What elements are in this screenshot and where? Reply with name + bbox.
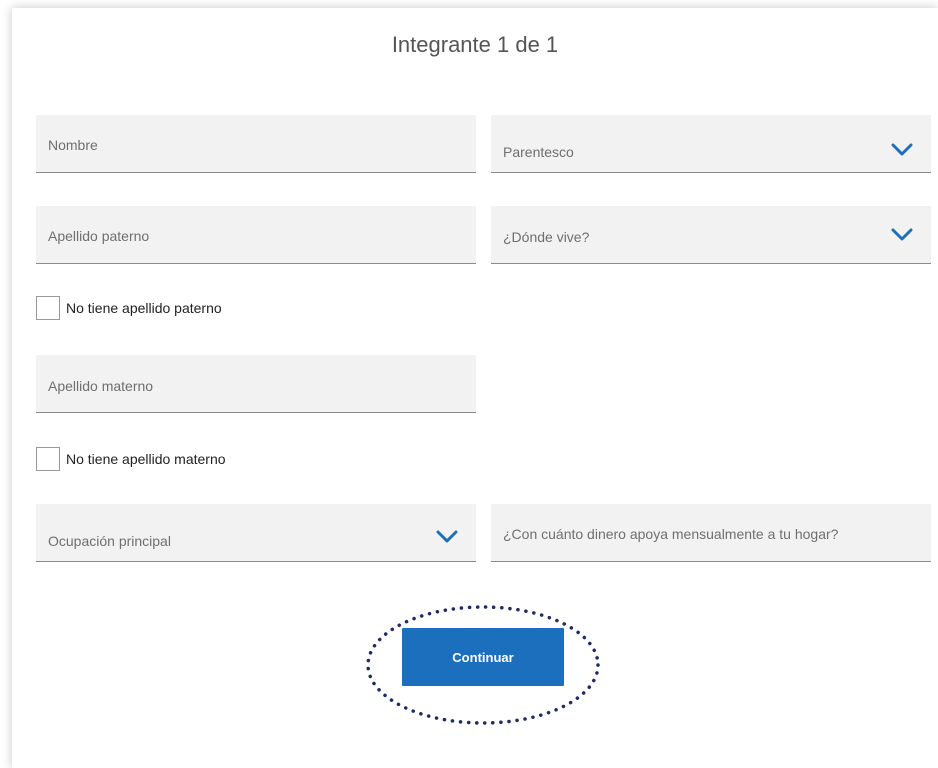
apellido-materno-field[interactable]: Apellido materno xyxy=(36,355,476,413)
apoyo-mensual-placeholder: ¿Con cuánto dinero apoya mensualmente a … xyxy=(503,526,839,542)
nombre-field[interactable]: Nombre xyxy=(36,115,476,173)
continuar-button[interactable]: Continuar xyxy=(402,628,564,686)
donde-vive-placeholder: ¿Dónde vive? xyxy=(503,229,590,245)
donde-vive-select[interactable]: ¿Dónde vive? xyxy=(491,206,931,264)
nombre-placeholder: Nombre xyxy=(48,137,98,153)
no-apellido-paterno-option[interactable]: No tiene apellido paterno xyxy=(36,296,222,320)
page-title: Integrante 1 de 1 xyxy=(391,32,559,57)
apellido-paterno-placeholder: Apellido paterno xyxy=(48,228,150,244)
no-apellido-materno-checkbox[interactable] xyxy=(36,447,60,471)
apellido-paterno-field[interactable]: Apellido paterno xyxy=(36,206,476,264)
no-apellido-paterno-checkbox[interactable] xyxy=(36,296,60,320)
no-apellido-paterno-label: No tiene apellido paterno xyxy=(66,300,222,316)
ocupacion-placeholder: Ocupación principal xyxy=(48,533,171,549)
no-apellido-materno-option[interactable]: No tiene apellido materno xyxy=(36,447,226,471)
parentesco-select[interactable]: Parentesco xyxy=(491,115,931,173)
chevron-down-icon xyxy=(891,143,913,156)
no-apellido-materno-label: No tiene apellido materno xyxy=(66,451,226,467)
chevron-down-icon xyxy=(891,228,913,241)
apellido-materno-placeholder: Apellido materno xyxy=(48,378,154,394)
chevron-down-icon xyxy=(436,530,458,543)
parentesco-placeholder: Parentesco xyxy=(503,144,574,160)
apoyo-mensual-field[interactable]: ¿Con cuánto dinero apoya mensualmente a … xyxy=(491,504,931,562)
ocupacion-select[interactable]: Ocupación principal xyxy=(36,504,476,562)
form-card: Integrante 1 de 1 Nombre Parentesco Apel… xyxy=(12,8,938,768)
